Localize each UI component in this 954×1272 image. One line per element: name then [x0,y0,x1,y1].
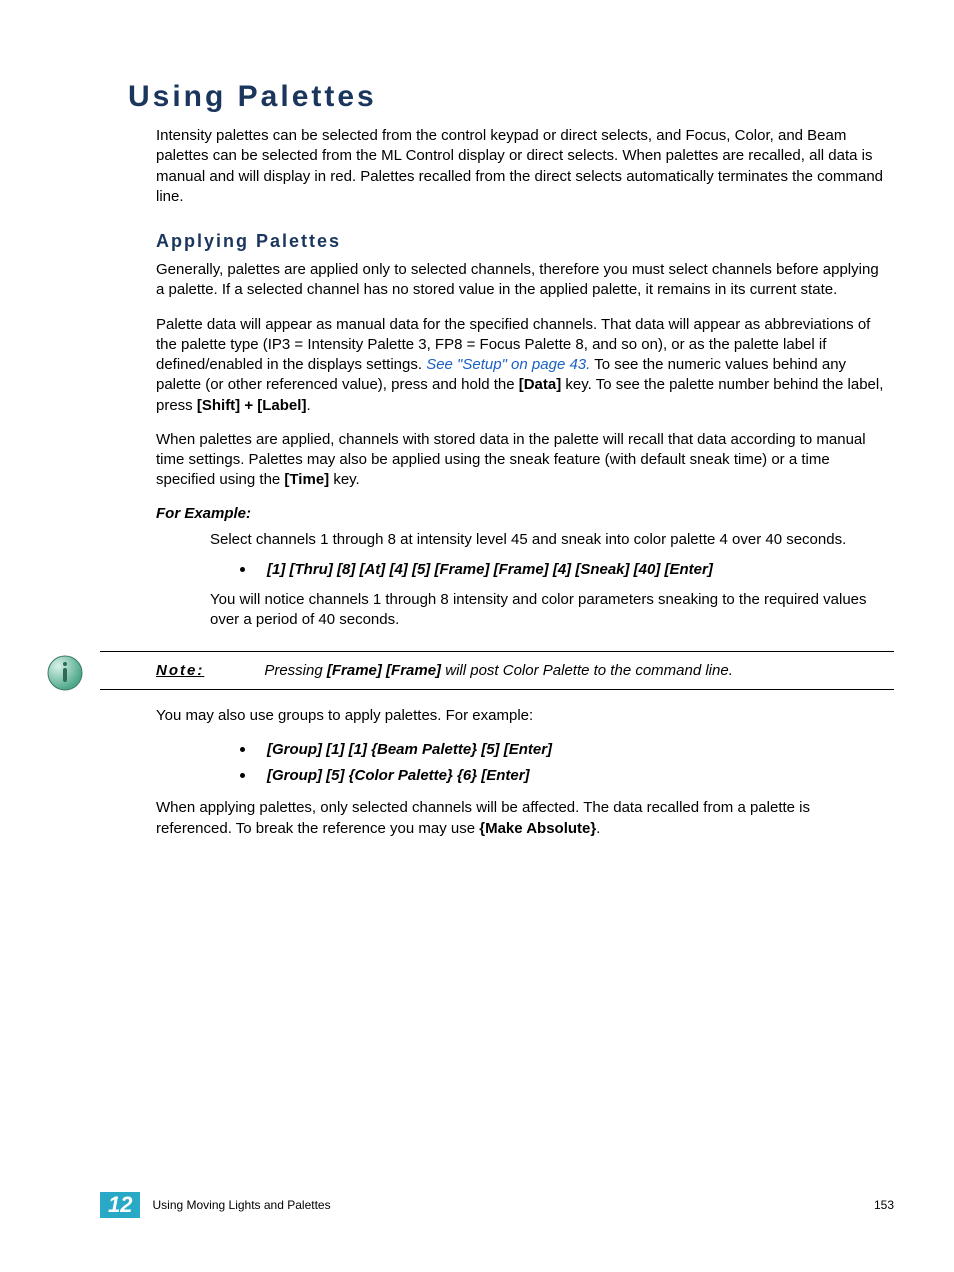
text-segment: When palettes are applied, channels with… [156,431,866,489]
example-result: You will notice channels 1 through 8 int… [210,590,874,631]
text-segment: will post Color Palette to the command l… [441,662,733,679]
chapter-number: 12 [100,1192,140,1218]
page-footer: 12 Using Moving Lights and Palettes 153 [100,1192,894,1218]
paragraph-general: Generally, palettes are applied only to … [156,260,884,301]
key-data: [Data] [519,376,562,393]
bullet-icon [240,747,245,752]
page-number: 153 [874,1198,894,1212]
paragraph-palette-data: Palette data will appear as manual data … [156,315,884,416]
note-label: Note: [156,662,204,679]
group-command-2: [Group] [5] {Color Palette} {6} [Enter] [267,766,530,786]
key-time: [Time] [284,471,329,488]
example-command: [1] [Thru] [8] [At] [4] [5] [Frame] [Fra… [267,560,713,580]
text-segment: . [306,397,310,414]
note-text: Pressing [Frame] [Frame] will post Color… [264,662,733,679]
intro-paragraph: Intensity palettes can be selected from … [156,126,884,207]
section-heading-applying: Applying Palettes [156,231,894,252]
key-frame-frame: [Frame] [Frame] [327,662,441,679]
bullet-icon [240,773,245,778]
key-shift-label: [Shift] + [Label] [197,397,307,414]
group-command-1: [Group] [1] [1] {Beam Palette} [5] [Ente… [267,740,552,760]
text-segment: key. [329,471,360,488]
bullet-icon [240,567,245,572]
paragraph-groups: You may also use groups to apply palette… [156,706,884,726]
link-see-setup[interactable]: See "Setup" on page 43. [426,356,590,373]
key-make-absolute: {Make Absolute} [479,820,596,837]
page-title: Using Palettes [128,80,894,114]
text-segment: . [596,820,600,837]
footer-title: Using Moving Lights and Palettes [152,1198,330,1212]
for-example-label: For Example: [156,505,894,522]
text-segment: Pressing [264,662,327,679]
note-block: Note: Pressing [Frame] [Frame] will post… [100,651,894,690]
paragraph-reference: When applying palettes, only selected ch… [156,798,884,839]
paragraph-applied: When palettes are applied, channels with… [156,430,884,491]
example-description: Select channels 1 through 8 at intensity… [210,530,874,550]
info-icon [45,653,85,693]
